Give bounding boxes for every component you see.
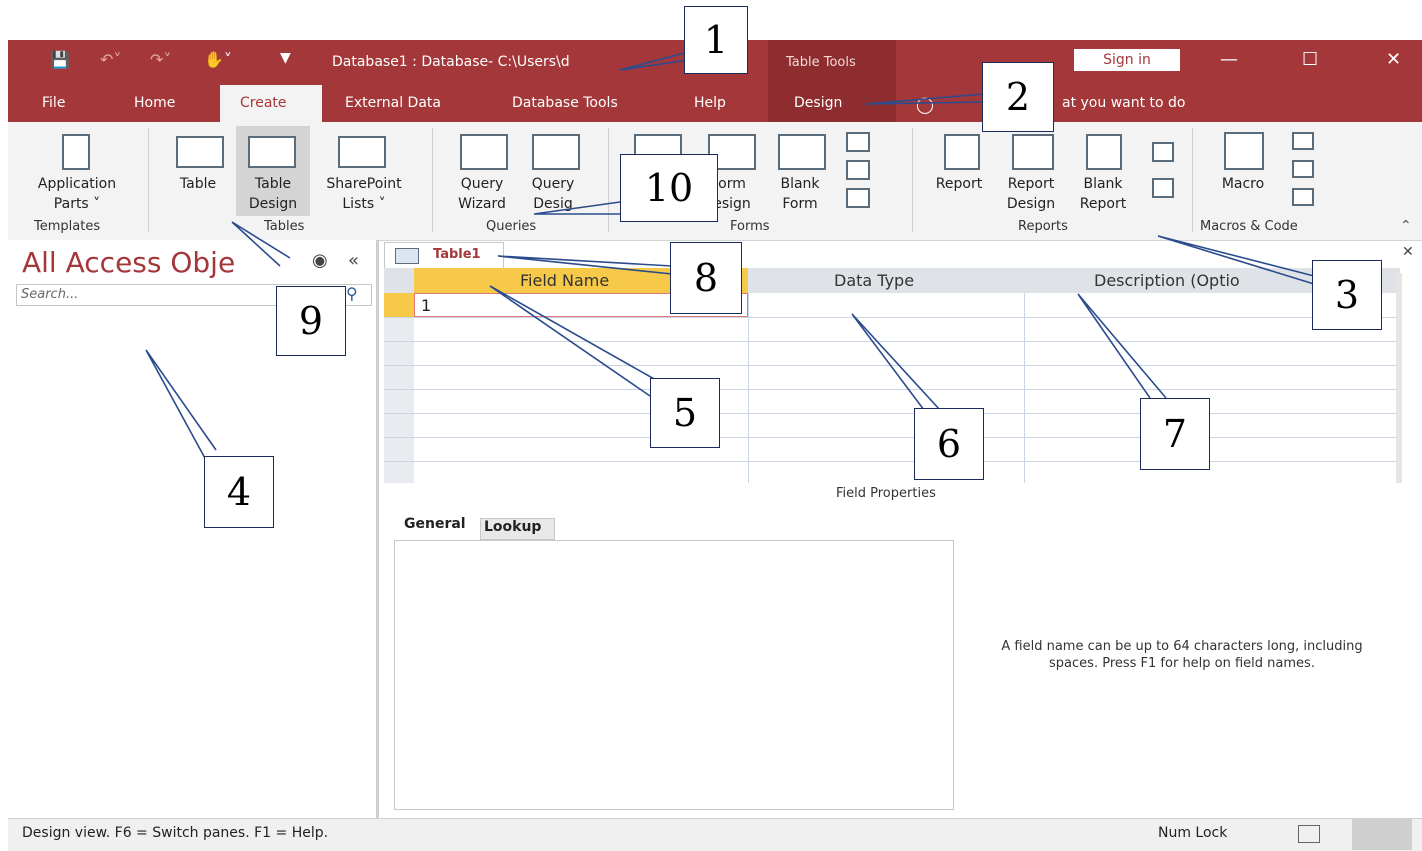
arrow-5	[489, 285, 657, 397]
callout-1: 1	[684, 6, 748, 74]
callout-9: 9	[276, 286, 346, 356]
arrow-10	[533, 201, 621, 215]
arrow-6	[851, 313, 941, 411]
arrow-3	[1157, 235, 1315, 285]
arrow-1	[619, 51, 689, 71]
arrow-4	[145, 349, 217, 461]
callout-10: 10	[620, 154, 718, 222]
callout-5: 5	[650, 378, 720, 448]
callout-2: 2	[982, 62, 1054, 132]
callout-6: 6	[914, 408, 984, 480]
callout-3: 3	[1312, 260, 1382, 330]
callout-8: 8	[670, 242, 742, 314]
callout-4: 4	[204, 456, 274, 528]
callout-7: 7	[1140, 398, 1210, 470]
arrow-8	[497, 255, 673, 275]
arrow-7	[1077, 293, 1167, 399]
arrow-9	[231, 221, 291, 267]
arrow-2	[865, 93, 985, 105]
